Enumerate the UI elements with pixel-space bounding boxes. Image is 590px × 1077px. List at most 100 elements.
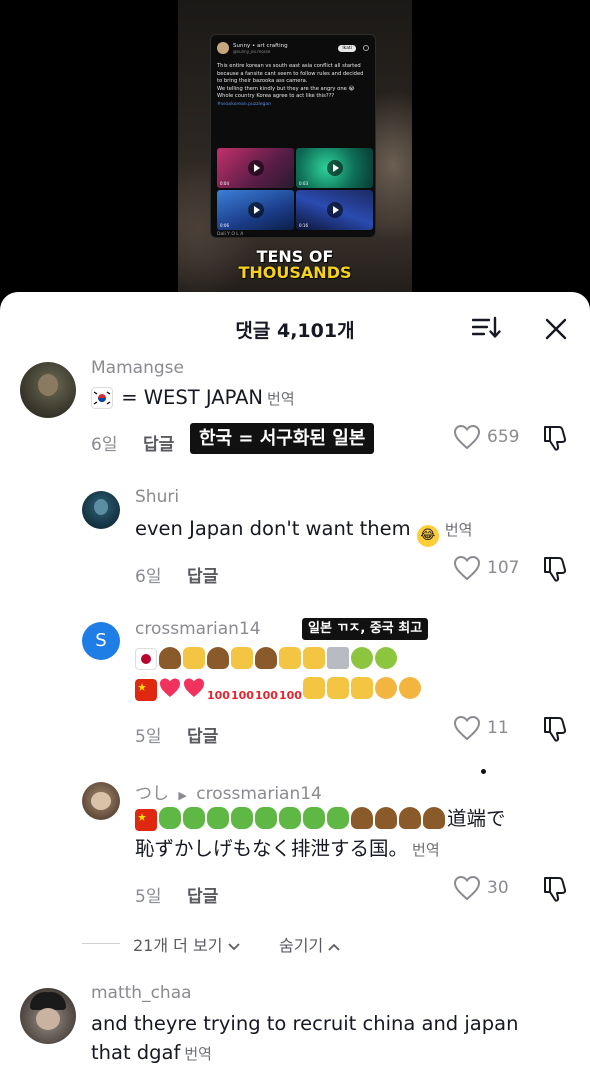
translate-link[interactable]: 번역 <box>267 390 295 408</box>
tweet-translate-button: Ikati <box>338 44 356 52</box>
like-button[interactable]: 107 <box>453 555 519 581</box>
avatar[interactable] <box>82 491 120 529</box>
hide-replies-label: 숨기기 <box>279 936 324 955</box>
dislike-icon[interactable] <box>541 715 571 743</box>
comment-text-line2: 恥ずかしげもなく排泄する国。 번역 <box>135 834 440 865</box>
comments-header: 댓글 4,101개 <box>0 292 590 364</box>
hundred-points-icon: 100 <box>231 689 254 702</box>
thumbs-down-icon <box>303 647 325 669</box>
sort-icon[interactable] <box>472 316 502 340</box>
video-player[interactable]: Sunny • art crafting @sunny_on.mosse Ika… <box>0 0 590 310</box>
translate-link[interactable]: 번역 <box>412 841 440 859</box>
like-count: 659 <box>487 427 520 447</box>
dislike-icon[interactable] <box>541 555 571 583</box>
avatar-figure <box>38 374 58 396</box>
close-icon[interactable] <box>543 316 569 342</box>
like-count: 30 <box>487 878 509 898</box>
like-count: 107 <box>487 558 520 578</box>
hide-replies-button[interactable]: 숨기기 <box>279 932 340 956</box>
comment-text-content: that dgaf <box>91 1041 181 1064</box>
comment-username[interactable]: matth_chaa <box>91 983 192 1003</box>
tweet-author-handle: @sunny_on.mosse <box>233 48 271 54</box>
comment-text-content: 道端で <box>447 807 506 830</box>
microbe-icon <box>183 807 205 829</box>
video-duration: 0:16 <box>299 223 308 228</box>
comment-username[interactable]: つし ▶ crossmarian14 <box>135 779 322 804</box>
dislike-icon[interactable] <box>541 424 571 452</box>
avatar-figure <box>91 792 111 810</box>
like-button[interactable]: 11 <box>453 715 509 741</box>
china-flag-icon <box>135 679 157 701</box>
comment-text-content: 恥ずかしげもなく排泄する国。 <box>135 837 409 860</box>
like-count: 11 <box>487 718 509 738</box>
view-more-replies-label: 21개 더 보기 <box>133 936 223 955</box>
microbe-icon <box>303 807 325 829</box>
tweet-video-thumb: 0:03 <box>296 148 373 188</box>
comment-username[interactable]: Shuri <box>135 487 179 507</box>
korea-flag-icon <box>91 387 113 409</box>
replies-controls: 21개 더 보기 숨기기 <box>82 932 502 956</box>
pointing-finger-icon <box>231 647 253 669</box>
hundred-points-icon: 100 <box>255 689 278 702</box>
comment-age: 6일 <box>135 567 162 587</box>
comment-age: 6일 <box>91 435 118 455</box>
video-duration: 0:04 <box>220 181 229 186</box>
translate-link[interactable]: 번역 <box>445 521 473 539</box>
tweet-hashtag: #seaxkorean.puzzlegan <box>217 101 271 107</box>
nauseated-face-icon <box>351 647 373 669</box>
poop-icon <box>375 807 397 829</box>
avatar[interactable]: S <box>82 622 120 660</box>
heart-icon <box>453 715 481 741</box>
tweet-author-name: Sunny • art crafting <box>233 42 288 49</box>
poop-icon <box>207 647 229 669</box>
comment-username[interactable]: crossmarian14 <box>135 619 261 639</box>
thumbs-down-icon <box>279 647 301 669</box>
nauseated-face-icon <box>375 647 397 669</box>
play-icon <box>247 202 264 218</box>
video-caption-line2: THOUSANDS <box>238 263 352 282</box>
reply-button[interactable]: 답글 <box>187 562 218 587</box>
dislike-icon[interactable] <box>541 875 571 903</box>
reply-username[interactable]: つし <box>135 784 169 804</box>
victory-hand-icon <box>303 677 325 699</box>
comment-text-line1: 道端で <box>135 804 506 834</box>
avatar[interactable] <box>20 988 76 1044</box>
comment-username[interactable]: Mamangse <box>91 358 184 378</box>
tweet-video-thumb: 0:06 <box>217 190 294 230</box>
play-icon <box>247 160 264 176</box>
avatar-figure <box>36 1008 60 1030</box>
reply-to-username[interactable]: crossmarian14 <box>196 784 322 804</box>
play-icon <box>326 160 343 176</box>
overlay-translation-label: 일본 ㄲㅈ, 중국 최고 <box>302 618 429 640</box>
like-button[interactable]: 659 <box>453 424 519 450</box>
japan-flag-icon <box>135 648 157 670</box>
reply-button[interactable]: 답글 <box>187 882 218 907</box>
translate-link[interactable]: 번역 <box>184 1045 212 1063</box>
victory-hand-icon <box>327 677 349 699</box>
microbe-icon <box>255 807 277 829</box>
comment-text-content: even Japan don't want them <box>135 517 411 540</box>
comment-text: even Japan don't want them 😂 번역 <box>135 514 472 547</box>
comment-text-line2: that dgaf 번역 <box>91 1038 212 1069</box>
heart-red-icon <box>159 677 181 699</box>
tweet-text: This entire korean vs south east asia co… <box>217 63 364 100</box>
reply-button[interactable]: 답글 <box>143 430 174 455</box>
avatar[interactable] <box>20 362 76 418</box>
microbe-icon <box>231 807 253 829</box>
microbe-icon <box>279 807 301 829</box>
heart-red-icon <box>183 677 205 699</box>
heart-icon <box>453 555 481 581</box>
replies-divider <box>82 943 120 944</box>
tweet-media-grid: 0:04 0:03 0:06 0:16 <box>217 148 373 230</box>
china-flag-icon <box>135 809 157 831</box>
view-more-replies-button[interactable]: 21개 더 보기 <box>133 932 240 956</box>
reply-button[interactable]: 답글 <box>187 722 218 747</box>
comment-text-line1: and theyre trying to recruit china and j… <box>91 1012 519 1035</box>
poop-icon <box>399 807 421 829</box>
microbe-icon <box>327 807 349 829</box>
victory-hand-icon <box>351 677 373 699</box>
comment-emoji-line1 <box>135 644 399 674</box>
tweet-more-icon <box>363 45 369 51</box>
like-button[interactable]: 30 <box>453 875 509 901</box>
avatar[interactable] <box>82 782 120 820</box>
